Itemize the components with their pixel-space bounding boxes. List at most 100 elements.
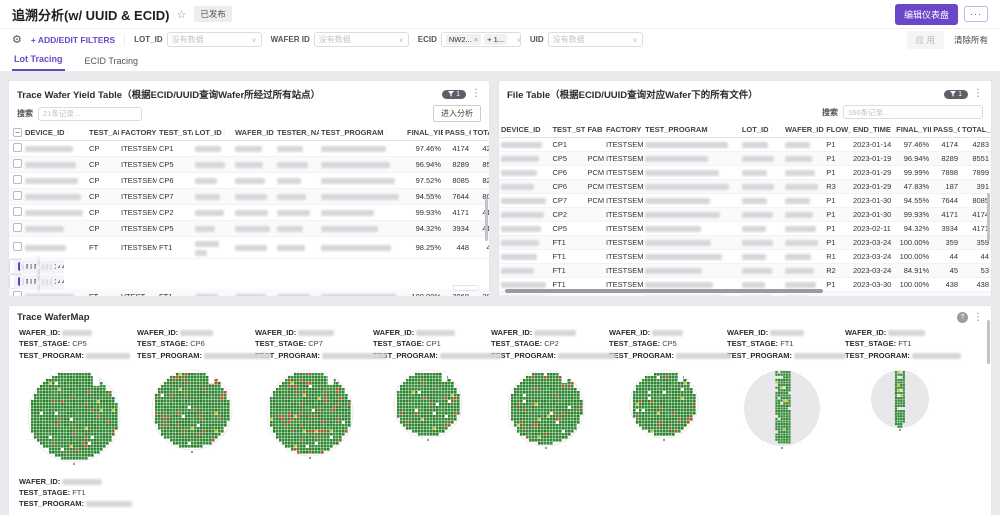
filter-ecid: ECID NW2... × + 1... ∨	[418, 32, 521, 47]
row-checkbox[interactable]	[13, 291, 22, 296]
table-row[interactable]: CP6 PCM ITESTSEMI P1 2023-01-29 99.99% 7898 789…	[499, 165, 991, 180]
column-header[interactable]: TEST_STAGE	[550, 122, 586, 138]
column-header[interactable]: TEST_AREA	[87, 125, 119, 141]
column-header[interactable]: WAFER_ID	[233, 125, 275, 141]
row-checkbox[interactable]	[13, 159, 22, 168]
ecid-select[interactable]: NW2... × + 1... ∨	[440, 32, 522, 47]
table-row[interactable]: ✓FTITESTSEMIFT1100.00%455455	[9, 270, 64, 293]
tab-lot-tracing[interactable]: Lot Tracing	[12, 50, 65, 71]
column-header[interactable]: FINAL_YIELD	[405, 125, 443, 141]
redacted-value	[416, 330, 456, 337]
column-header[interactable]: PASS_CNT	[931, 122, 961, 138]
row-checkbox[interactable]	[13, 191, 22, 200]
redacted-value	[645, 240, 712, 247]
kebab-menu-icon[interactable]: ⋮	[973, 89, 983, 99]
wafer-map[interactable]	[629, 368, 699, 442]
column-header[interactable]: FLOW_ID	[824, 122, 851, 138]
table-row[interactable]: CPITESTSEMICP794.55%76448085	[9, 188, 489, 205]
filter-label: ECID	[417, 35, 437, 44]
lot-id-select[interactable]: 没有数据 ∨	[166, 32, 262, 47]
row-checkbox[interactable]	[13, 223, 22, 232]
select-placeholder: 没有数据	[318, 35, 351, 44]
horizontal-scrollbar[interactable]	[505, 289, 823, 293]
column-header[interactable]: LOT_ID	[739, 122, 784, 138]
table-row[interactable]: CPITESTSEMICP594.32%39344171	[9, 220, 489, 237]
table-row[interactable]: CP2 ITESTSEMI P1 2023-01-30 99.93% 4171 4174	[499, 207, 991, 222]
clear-all-button[interactable]: 清除所有	[954, 34, 988, 46]
filter-count-badge[interactable]: 1	[442, 89, 466, 99]
column-header[interactable]: TEST_STAGE	[157, 125, 193, 141]
vertical-scrollbar[interactable]	[987, 320, 990, 364]
column-header[interactable]: FACTORY	[603, 122, 644, 138]
apply-button[interactable]: 应 用	[906, 30, 944, 49]
row-checkbox[interactable]	[13, 207, 22, 216]
help-icon[interactable]: ?	[957, 312, 968, 323]
redacted-value	[321, 210, 374, 217]
row-checkbox[interactable]	[13, 242, 22, 251]
column-header[interactable]: LOT_ID	[193, 125, 233, 141]
table-row[interactable]: ✓FTITESTSEMIFT1100.00%455455	[9, 255, 64, 278]
column-header[interactable]: PASS_CNT	[443, 125, 471, 141]
horizontal-scrollbar[interactable]	[453, 285, 479, 291]
enter-analysis-button[interactable]: 进入分析	[433, 105, 481, 122]
table-row[interactable]: CPITESTSEMICP197.46%41744283	[9, 140, 489, 157]
table-row[interactable]: CP5 PCM ITESTSEMI P1 2023-01-19 96.94% 8289 855…	[499, 151, 991, 166]
kebab-menu-icon[interactable]: ⋮	[471, 89, 481, 99]
column-header[interactable]: TEST_PROGRAM	[643, 122, 740, 138]
kebab-menu-icon[interactable]: ⋮	[973, 312, 983, 323]
add-edit-filters-button[interactable]: + ADD/EDIT FILTERS	[31, 35, 115, 45]
row-checkbox[interactable]	[13, 175, 22, 184]
column-header[interactable]: TEST_PROGRAM	[319, 125, 405, 141]
table-row[interactable]: CPITESTSEMICP697.52%80858290	[9, 172, 489, 189]
table-row[interactable]: CPITESTSEMICP299.93%41714174	[9, 204, 489, 221]
wafer-map[interactable]	[393, 368, 463, 442]
wafer-map[interactable]	[743, 368, 821, 450]
wafer-map[interactable]	[870, 368, 930, 432]
file-search-input[interactable]	[843, 105, 983, 119]
table-row[interactable]: CP6 PCM ITESTSEMI R3 2023-01-29 47.83% 187 391	[499, 179, 991, 194]
vertical-scrollbar[interactable]	[485, 199, 488, 241]
more-options-button[interactable]: ···	[964, 6, 988, 22]
wafer-map[interactable]	[507, 368, 585, 450]
wafer-map[interactable]	[266, 368, 354, 460]
uid-select[interactable]: 没有数据 ∨	[547, 32, 643, 47]
table-row[interactable]: CP7 PCM ITESTSEMI P1 2023-01-30 94.55% 7644 808…	[499, 193, 991, 208]
vertical-scrollbar[interactable]	[987, 193, 990, 241]
column-header[interactable]: WAFER_ID	[783, 122, 825, 138]
column-header[interactable]: TESTER_NAME	[275, 125, 319, 141]
wafer-id-label: WAFER_ID:	[19, 476, 129, 487]
column-header[interactable]: FACTORY	[119, 125, 157, 141]
table-row[interactable]: CPITESTSEMICP596.94%82898551	[9, 156, 489, 173]
column-header[interactable]: TOTAL_CNT	[471, 125, 489, 141]
edit-dashboard-button[interactable]: 编辑仪表盘	[894, 3, 958, 25]
column-header[interactable]: END_TIME	[850, 122, 895, 138]
gear-icon[interactable]: ⚙	[12, 33, 22, 46]
column-header[interactable]: FAB	[585, 122, 604, 138]
column-header[interactable]: DEVICE_ID	[23, 125, 87, 141]
filter-count-badge[interactable]: 1	[944, 89, 968, 99]
ecid-overflow-tag[interactable]: + 1...	[484, 34, 508, 45]
table-row[interactable]: FTITESTSEMIFT198.25%448456	[9, 236, 489, 259]
close-icon[interactable]: ×	[474, 35, 478, 44]
table-row[interactable]: FT1 ITESTSEMI R1 2023-03-24 100.00% 44 44	[499, 249, 991, 264]
test-stage-value: FT1	[780, 339, 794, 349]
test-program-label: TEST_PROGRAM:	[609, 350, 732, 361]
table-row[interactable]: FT1 ITESTSEMI P1 2023-03-24 100.00% 359 359	[499, 235, 991, 250]
redacted-value	[741, 282, 765, 289]
yield-search-input[interactable]	[38, 106, 142, 121]
table-row[interactable]: CP1 ITESTSEMI P1 2023-01-14 97.46% 4174 4283	[499, 137, 991, 152]
table-row[interactable]: FTVTESTFT1100.00%29682968	[9, 289, 489, 296]
row-checkbox[interactable]	[13, 143, 22, 152]
chevron-down-icon: ∨	[516, 36, 522, 44]
wafer-id-select[interactable]: 没有数据 ∨	[313, 32, 409, 47]
column-header[interactable]: FINAL_YIELD	[894, 122, 932, 138]
favorite-star-icon[interactable]: ☆	[176, 8, 186, 21]
wafer-map[interactable]	[27, 368, 121, 466]
tab-ecid-tracing[interactable]: ECID Tracing	[83, 52, 141, 71]
column-header[interactable]: DEVICE_ID	[499, 122, 551, 138]
table-row[interactable]: FT1 ITESTSEMI R2 2023-03-24 84.91% 45 53	[499, 263, 991, 278]
table-row[interactable]: CP5 ITESTSEMI P1 2023-02-11 94.32% 3934 4171	[499, 221, 991, 236]
select-all-checkbox[interactable]: −	[13, 128, 22, 137]
column-header[interactable]: TOTAL_CNT	[960, 122, 991, 138]
wafer-map[interactable]	[151, 368, 233, 454]
